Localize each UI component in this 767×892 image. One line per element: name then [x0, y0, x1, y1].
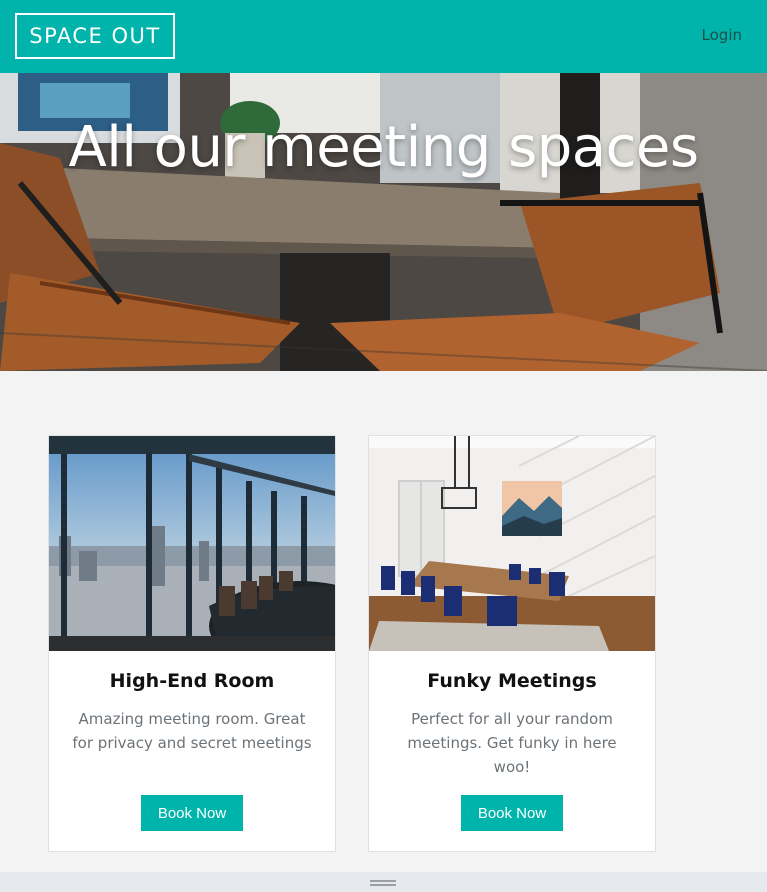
- space-card-image: [49, 436, 335, 651]
- book-now-button[interactable]: Book Now: [461, 795, 563, 831]
- space-card-description: Amazing meeting room. Great for privacy …: [72, 710, 312, 752]
- space-cards-section: High-End Room Amazing meeting room. Grea…: [0, 371, 767, 872]
- space-card-description: Perfect for all your random meetings. Ge…: [407, 710, 617, 776]
- top-navbar: SPACE OUT Login: [0, 0, 767, 73]
- space-card: Funky Meetings Perfect for all your rand…: [368, 435, 656, 852]
- resize-bar: [0, 872, 767, 892]
- login-link[interactable]: Login: [702, 26, 742, 44]
- logo[interactable]: SPACE OUT: [15, 13, 175, 59]
- book-now-button[interactable]: Book Now: [141, 795, 243, 831]
- space-card-title: High-End Room: [109, 670, 275, 692]
- space-card: High-End Room Amazing meeting room. Grea…: [48, 435, 336, 852]
- page-title: All our meeting spaces: [68, 115, 699, 180]
- space-card-title: Funky Meetings: [427, 670, 597, 692]
- space-card-image: [369, 436, 655, 651]
- resize-handle-icon[interactable]: [370, 880, 396, 886]
- hero-banner: All our meeting spaces: [0, 73, 767, 371]
